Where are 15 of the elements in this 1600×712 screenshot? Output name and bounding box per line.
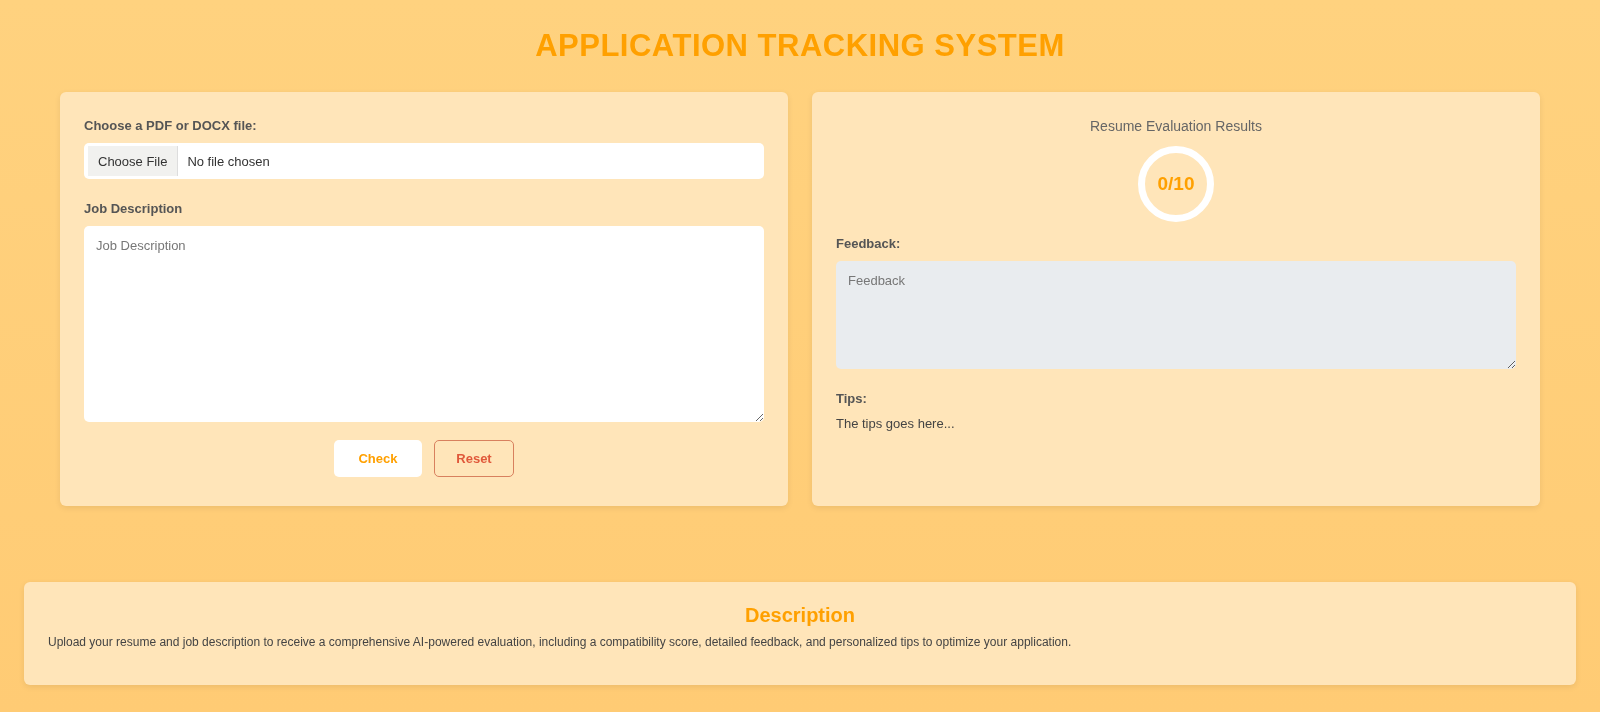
tips-text: The tips goes here... xyxy=(836,416,956,431)
description-heading: Description xyxy=(745,604,855,627)
file-input[interactable]: Choose File No file chosen xyxy=(84,143,764,179)
field-label: Tips: xyxy=(836,391,868,406)
field-label: Job Description xyxy=(84,201,184,216)
choose-file-button[interactable]: Choose File xyxy=(88,146,179,176)
job-description-field[interactable]: Job Description xyxy=(84,226,764,422)
field-label: Feedback: xyxy=(836,236,902,251)
score-ring: 0/10 xyxy=(1138,146,1214,222)
feedback-field[interactable]: Feedback xyxy=(836,261,1516,369)
field-label: Choose a PDF or DOCX file: xyxy=(84,118,258,133)
results-heading: Resume Evaluation Results xyxy=(1089,118,1263,134)
page-title: APPLICATION TRACKING SYSTEM xyxy=(535,28,1065,65)
file-status: No file chosen xyxy=(187,153,270,169)
description-text: Upload your resume and job description to receive a comprehensive AI-powered evaluation, including a compatibility score, detailed feedback, and personalized tips to optimize your application. xyxy=(48,635,1072,649)
